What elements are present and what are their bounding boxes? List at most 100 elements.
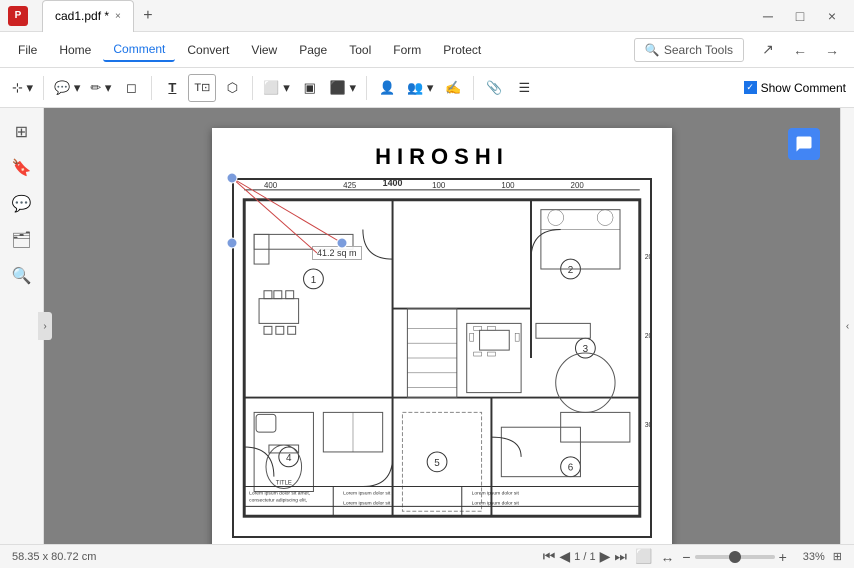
pdf-canvas-area[interactable]: HIROSHI 41.2 sq m xyxy=(44,108,840,544)
menu-form[interactable]: Form xyxy=(383,39,431,61)
back-btn[interactable]: ← xyxy=(786,36,814,64)
minimize-btn[interactable]: ─ xyxy=(754,2,782,30)
comment-float-btn[interactable] xyxy=(788,128,820,160)
zoom-thumb xyxy=(729,551,741,563)
sidebar-bookmark-btn[interactable]: 🔖 xyxy=(6,152,38,184)
maximize-btn[interactable]: □ xyxy=(786,2,814,30)
status-bar: 58.35 x 80.72 cm ⏮ ◀ 1 / 1 ▶ ⏭ ⬜ ↔ − + 3… xyxy=(0,544,854,568)
callout-tool-btn[interactable]: T⊡ xyxy=(188,74,216,102)
show-comment-toggle[interactable]: ✓ Show Comment xyxy=(744,81,846,95)
last-page-btn[interactable]: ⏭ xyxy=(614,548,627,565)
forward-btn[interactable]: → xyxy=(818,36,846,64)
comment-tool-btn[interactable]: 💬 ▾ xyxy=(50,74,84,102)
external-link-btn[interactable]: ↗ xyxy=(754,36,782,64)
zoom-out-btn[interactable]: − xyxy=(682,549,690,565)
separator-3 xyxy=(252,76,253,100)
right-panel-collapse[interactable]: ‹ xyxy=(840,108,854,544)
svg-text:Lorem ipsum dolor sit amet,: Lorem ipsum dolor sit amet, xyxy=(249,490,310,496)
new-tab-btn[interactable]: + xyxy=(134,2,162,30)
measure-tool-btn[interactable]: ⬛ ▾ xyxy=(326,74,360,102)
shape-tool-btn[interactable]: ⬜ ▾ xyxy=(259,74,293,102)
svg-text:Lorem ipsum dolor sit: Lorem ipsum dolor sit xyxy=(343,490,391,496)
menu-view[interactable]: View xyxy=(241,39,287,61)
person-tool-btn[interactable]: 👤 xyxy=(373,74,401,102)
menu-comment[interactable]: Comment xyxy=(103,38,175,62)
svg-text:2: 2 xyxy=(568,265,574,276)
zoom-slider[interactable] xyxy=(695,555,775,559)
tab-close-btn[interactable]: × xyxy=(115,11,121,22)
show-comment-checkbox[interactable]: ✓ xyxy=(744,81,757,94)
menu-convert[interactable]: Convert xyxy=(177,39,239,61)
svg-text:TITLE: TITLE xyxy=(276,481,292,487)
main-content: ⊞ 🔖 💬 🗂 🔍 › HIROSHI xyxy=(0,108,854,544)
svg-text:100: 100 xyxy=(501,181,515,190)
active-tab[interactable]: cad1.pdf * × xyxy=(42,0,134,32)
fullscreen-btn[interactable]: ⊞ xyxy=(833,550,842,563)
status-bar-right: ⏮ ◀ 1 / 1 ▶ ⏭ ⬜ ↔ − + 33% ⊞ xyxy=(543,548,842,565)
separator-2 xyxy=(151,76,152,100)
svg-text:Lorem ipsum dolor sit: Lorem ipsum dolor sit xyxy=(343,500,391,506)
sidebar-search-btn[interactable]: 🔍 xyxy=(6,260,38,292)
comment-toolbar: ⊹ ▾ 💬 ▾ ✏ ▾ ◻ T T⊡ ⬡ ⬜ ▾ ▣ ⬛ ▾ 👤 👥 ▾ ✍ 📎… xyxy=(0,68,854,108)
svg-text:200: 200 xyxy=(571,181,585,190)
svg-text:200: 200 xyxy=(645,333,650,340)
app-icon: P xyxy=(8,6,28,26)
svg-text:4: 4 xyxy=(286,453,292,464)
select-tool-btn[interactable]: ⊹ ▾ xyxy=(8,74,37,102)
erase-tool-btn[interactable]: ◻ xyxy=(117,74,145,102)
attach-tool-btn[interactable]: 📎 xyxy=(480,74,508,102)
search-icon: 🔍 xyxy=(645,43,660,57)
separator-4 xyxy=(366,76,367,100)
sidebar-layers-btn[interactable]: ⊞ xyxy=(6,116,38,148)
zoom-level: 33% xyxy=(795,551,825,563)
prev-page-btn[interactable]: ◀ xyxy=(559,548,570,565)
svg-text:100: 100 xyxy=(432,181,446,190)
menu-tool[interactable]: Tool xyxy=(339,39,381,61)
title-bar-controls: ─ □ × xyxy=(754,2,846,30)
svg-text:400: 400 xyxy=(264,181,278,190)
svg-text:Lorem ipsum dolor sit: Lorem ipsum dolor sit xyxy=(472,490,520,496)
menu-page[interactable]: Page xyxy=(289,39,337,61)
separator-5 xyxy=(473,76,474,100)
svg-text:1400: 1400 xyxy=(383,180,403,188)
zoom-controls: − + xyxy=(682,549,786,565)
sidebar-attachment-btn[interactable]: 🗂 xyxy=(6,224,38,256)
tab-label: cad1.pdf * xyxy=(55,9,109,23)
tab-bar: cad1.pdf * × + xyxy=(42,0,162,32)
sidebar-collapse-btn[interactable]: › xyxy=(38,312,52,340)
svg-text:5: 5 xyxy=(434,458,440,469)
group-tool-btn[interactable]: 👥 ▾ xyxy=(403,74,437,102)
document-dimensions: 58.35 x 80.72 cm xyxy=(12,551,96,563)
floor-plan: 400 425 100 100 200 1400 xyxy=(232,178,652,538)
first-page-btn[interactable]: ⏮ xyxy=(543,548,556,565)
menu-file[interactable]: File xyxy=(8,39,47,61)
stamp-tool-btn[interactable]: ⬡ xyxy=(218,74,246,102)
pdf-page: HIROSHI 41.2 sq m xyxy=(212,128,672,544)
title-bar: P cad1.pdf * × + ─ □ × xyxy=(0,0,854,32)
close-btn[interactable]: × xyxy=(818,2,846,30)
zoom-in-btn[interactable]: + xyxy=(779,549,787,565)
svg-text:300: 300 xyxy=(645,422,650,429)
left-sidebar: ⊞ 🔖 💬 🗂 🔍 › xyxy=(0,108,44,544)
sidebar-comment-btn[interactable]: 💬 xyxy=(6,188,38,220)
text-tool-btn[interactable]: T xyxy=(158,74,186,102)
page-info: 1 / 1 xyxy=(574,551,595,563)
floor-plan-svg: 400 425 100 100 200 1400 xyxy=(234,180,650,536)
next-page-btn[interactable]: ▶ xyxy=(600,548,611,565)
fit-width-btn[interactable]: ↔ xyxy=(660,549,674,565)
search-tools[interactable]: 🔍 Search Tools xyxy=(634,38,744,62)
sign-tool-btn[interactable]: ✍ xyxy=(439,74,467,102)
draw-tool-btn[interactable]: ✏ ▾ xyxy=(86,74,115,102)
comment-list-btn[interactable]: ☰ xyxy=(510,74,538,102)
menu-protect[interactable]: Protect xyxy=(433,39,491,61)
svg-text:425: 425 xyxy=(343,181,357,190)
separator-1 xyxy=(43,76,44,100)
fit-page-btn[interactable]: ⬜ xyxy=(635,548,652,565)
measure-label: 41.2 sq m xyxy=(312,246,362,260)
menu-home[interactable]: Home xyxy=(49,39,101,61)
svg-text:consectetur adipiscing elit,: consectetur adipiscing elit, xyxy=(249,497,307,503)
page-navigation: ⏮ ◀ 1 / 1 ▶ ⏭ xyxy=(543,548,627,565)
area-tool-btn[interactable]: ▣ xyxy=(296,74,324,102)
search-label: Search Tools xyxy=(664,43,733,57)
svg-text:Lorem ipsum dolor sit: Lorem ipsum dolor sit xyxy=(472,500,520,506)
